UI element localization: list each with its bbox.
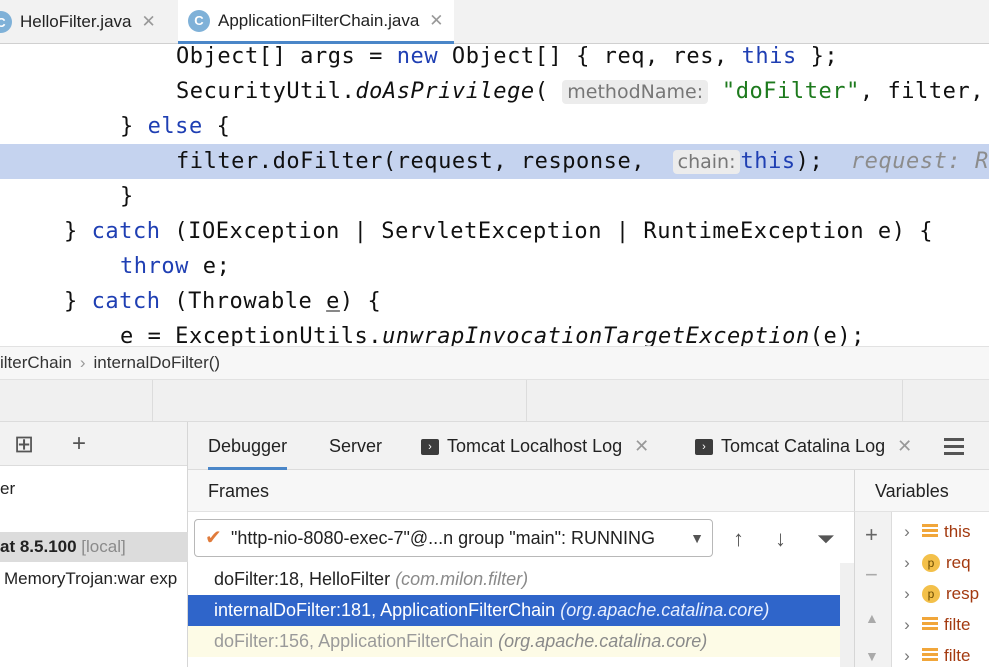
frames-scrollbar[interactable] [840,563,854,667]
close-icon[interactable]: ✕ [634,436,649,456]
code-line: } [120,184,134,209]
code-editor[interactable]: Object[] args = new Object[] { req, res,… [0,44,989,346]
tab-hellofilter[interactable]: C HelloFilter.java ✕ [0,0,156,44]
chevron-right-icon: › [79,353,86,372]
tab-server[interactable]: Server [329,422,382,470]
variable-row[interactable]: › p resp [892,578,989,609]
breadcrumb: ilterChain › internalDoFilter() [0,346,989,380]
variable-row[interactable]: › this [892,516,989,547]
move-down-icon[interactable]: ▼ [865,648,879,664]
code-line: throw e; [120,254,231,279]
parameter-hint: chain: [672,150,741,174]
code-line: } else { [120,114,231,139]
service-item[interactable]: er [0,474,188,504]
field-icon [922,617,938,631]
artifact-item[interactable]: MemoryTrojan:war exp [0,564,188,594]
plus-icon[interactable]: + [865,522,878,548]
chevron-right-icon[interactable]: › [892,640,922,667]
add-service-icon[interactable]: ⊞ [14,430,34,459]
thread-selector[interactable]: ✔ "http-nio-8080-exec-7"@...n group "mai… [194,519,713,557]
tab-tomcat-catalina-log[interactable]: › Tomcat Catalina Log ✕ [695,422,912,470]
arrow-down-icon[interactable]: ↓ [775,526,786,552]
code-line: } catch (Throwable e) { [64,289,382,314]
close-icon[interactable]: ✕ [429,11,443,31]
editor-tab-bar: C HelloFilter.java ✕ C ApplicationFilter… [0,0,989,44]
breadcrumb-class[interactable]: ilterChain [0,353,72,373]
variables-toolbar: + − ▲ ▼ [854,512,892,667]
chevron-right-icon[interactable]: › [892,609,922,640]
tool-strip [0,380,989,422]
chevron-right-icon[interactable]: › [892,516,922,547]
code-line: } catch (IOException | ServletException … [64,219,934,244]
parameter-hint: methodName: [562,80,709,104]
variable-row[interactable]: › filte [892,640,989,667]
debug-tabs: Debugger Server › Tomcat Localhost Log ✕ ›… [188,422,989,470]
services-toolbar: ⊞ + [0,422,187,466]
services-panel: ⊞ + er at 8.5.100 [local] MemoryTrojan:w… [0,422,188,667]
variables-header: Variables [854,470,989,512]
variable-row[interactable]: › filte [892,609,989,640]
tab-label: ApplicationFilterChain.java [218,10,420,30]
plus-icon[interactable]: + [72,430,86,458]
current-execution-line: filter.doFilter(request, response, chain… [0,144,989,179]
server-item[interactable]: at 8.5.100 [local] [0,532,188,562]
frame-row[interactable]: doFilter:18, HelloFilter (com.milon.filt… [188,564,840,595]
divider [902,380,903,422]
class-icon: C [0,11,12,33]
close-icon[interactable]: ✕ [142,12,156,32]
chevron-right-icon[interactable]: › [892,547,922,578]
frames-header: Frames [188,470,854,512]
code-line: Object[] args = new Object[] { req, res,… [176,44,839,69]
close-icon[interactable]: ✕ [897,436,912,456]
chevron-down-icon: ▼ [690,530,704,546]
code-line: e = ExceptionUtils.unwrapInvocationTarge… [120,324,865,346]
tab-tomcat-localhost-log[interactable]: › Tomcat Localhost Log ✕ [421,422,649,470]
inline-debug-value: request: R [850,149,989,174]
console-icon: › [421,439,439,456]
menu-icon[interactable] [944,438,964,459]
parameter-icon: p [922,585,940,603]
variable-row[interactable]: › p req [892,547,989,578]
divider [526,380,527,422]
chevron-right-icon[interactable]: › [892,578,922,609]
parameter-icon: p [922,554,940,572]
filter-icon[interactable]: ⏷ [817,526,835,552]
class-icon: C [188,9,210,32]
field-icon [922,524,938,538]
arrow-up-icon[interactable]: ↑ [733,526,744,552]
thread-label: "http-nio-8080-exec-7"@...n group "main"… [231,528,655,548]
frame-row-selected[interactable]: internalDoFilter:181, ApplicationFilterC… [188,595,840,626]
field-icon [922,648,938,662]
checkmark-icon: ✔ [205,527,222,549]
divider [152,380,153,422]
move-up-icon[interactable]: ▲ [865,610,879,626]
code-line: SecurityUtil.doAsPrivilege( methodName: … [176,79,985,104]
tab-debugger[interactable]: Debugger [208,422,288,470]
tab-label: HelloFilter.java [20,12,132,31]
frame-row-library[interactable]: doFilter:156, ApplicationFilterChain (or… [188,626,840,657]
console-icon: › [695,439,713,456]
tab-applicationfilterchain[interactable]: C ApplicationFilterChain.java ✕ [178,0,454,44]
minus-icon[interactable]: − [865,562,878,588]
breadcrumb-method[interactable]: internalDoFilter() [93,353,220,373]
